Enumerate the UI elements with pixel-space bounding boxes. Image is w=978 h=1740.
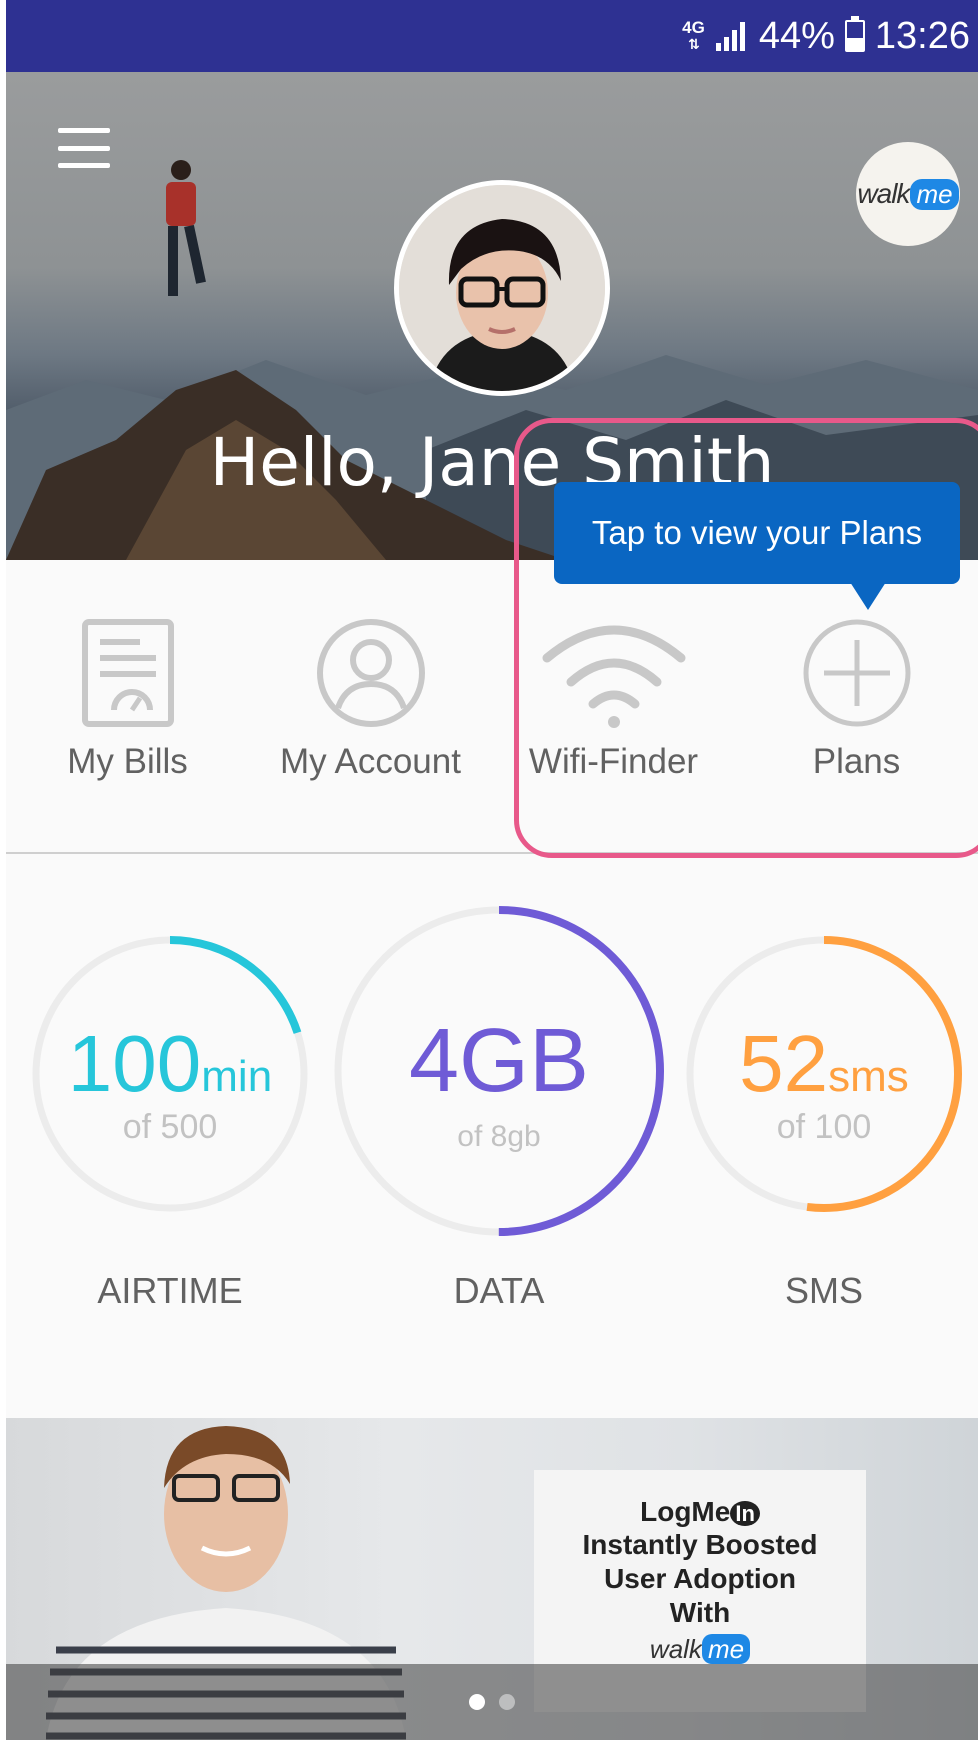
airtime-total: of 500 [122, 1108, 218, 1146]
status-bar: 4G ⇅ 44% 13:26 [6, 0, 978, 72]
plans-tooltip[interactable]: Tap to view your Plans [554, 482, 960, 610]
ad-headline-line: With [669, 1597, 731, 1628]
battery-percent: 44% [758, 14, 835, 57]
menu-item-my-account[interactable]: My Account [249, 618, 492, 782]
hamburger-menu-icon[interactable] [58, 128, 110, 168]
pager-dot-active[interactable] [469, 1694, 485, 1710]
airtime-gauge[interactable]: 100min of 500 [32, 936, 308, 1212]
hiker-figure [166, 160, 206, 296]
account-icon [316, 619, 425, 727]
logo-badge: me [910, 178, 959, 210]
tooltip-text: Tap to view your Plans [591, 514, 923, 551]
ad-walkme-logo: walk me [534, 1634, 866, 1665]
network-type: 4G [682, 18, 705, 37]
app-screen: 4G ⇅ 44% 13:26 walk me Hello, Jane Smith… [6, 0, 978, 1740]
network-type-icon: 4G ⇅ [682, 18, 705, 52]
walkme-logo[interactable]: walk me [856, 142, 960, 246]
clock: 13:26 [874, 14, 970, 57]
menu-item-my-bills[interactable]: My Bills [6, 618, 249, 782]
carousel-pager [6, 1664, 978, 1740]
sms-label: SMS [784, 1270, 863, 1311]
sms-gauge[interactable]: 52sms of 100 [686, 936, 962, 1212]
airtime-label: AIRTIME [97, 1270, 243, 1311]
data-total: of 8gb [457, 1120, 541, 1153]
sms-total: of 100 [776, 1108, 872, 1146]
data-label: DATA [453, 1270, 545, 1311]
avatar[interactable] [394, 180, 610, 396]
avatar-portrait [399, 185, 605, 391]
ad-brand: LogMe In [534, 1496, 866, 1528]
menu-item-label: My Account [280, 742, 461, 781]
bill-icon [81, 619, 174, 727]
ad-headline-line: Instantly Boosted [582, 1529, 818, 1560]
menu-item-label: My Bills [67, 742, 188, 781]
signal-icon [715, 22, 745, 51]
pager-dot[interactable] [499, 1694, 515, 1710]
battery-icon [844, 16, 865, 52]
ad-headline-line: User Adoption [604, 1563, 796, 1594]
airtime-value: 100min [67, 1019, 273, 1108]
promo-banner[interactable]: LogMe In Instantly Boosted User Adoption … [6, 1418, 978, 1740]
logo-word: walk [857, 178, 910, 209]
data-gauge[interactable]: 4GB of 8gb [334, 906, 664, 1236]
data-value: 4GB [408, 1011, 590, 1111]
sms-value: 52sms [739, 1019, 909, 1108]
